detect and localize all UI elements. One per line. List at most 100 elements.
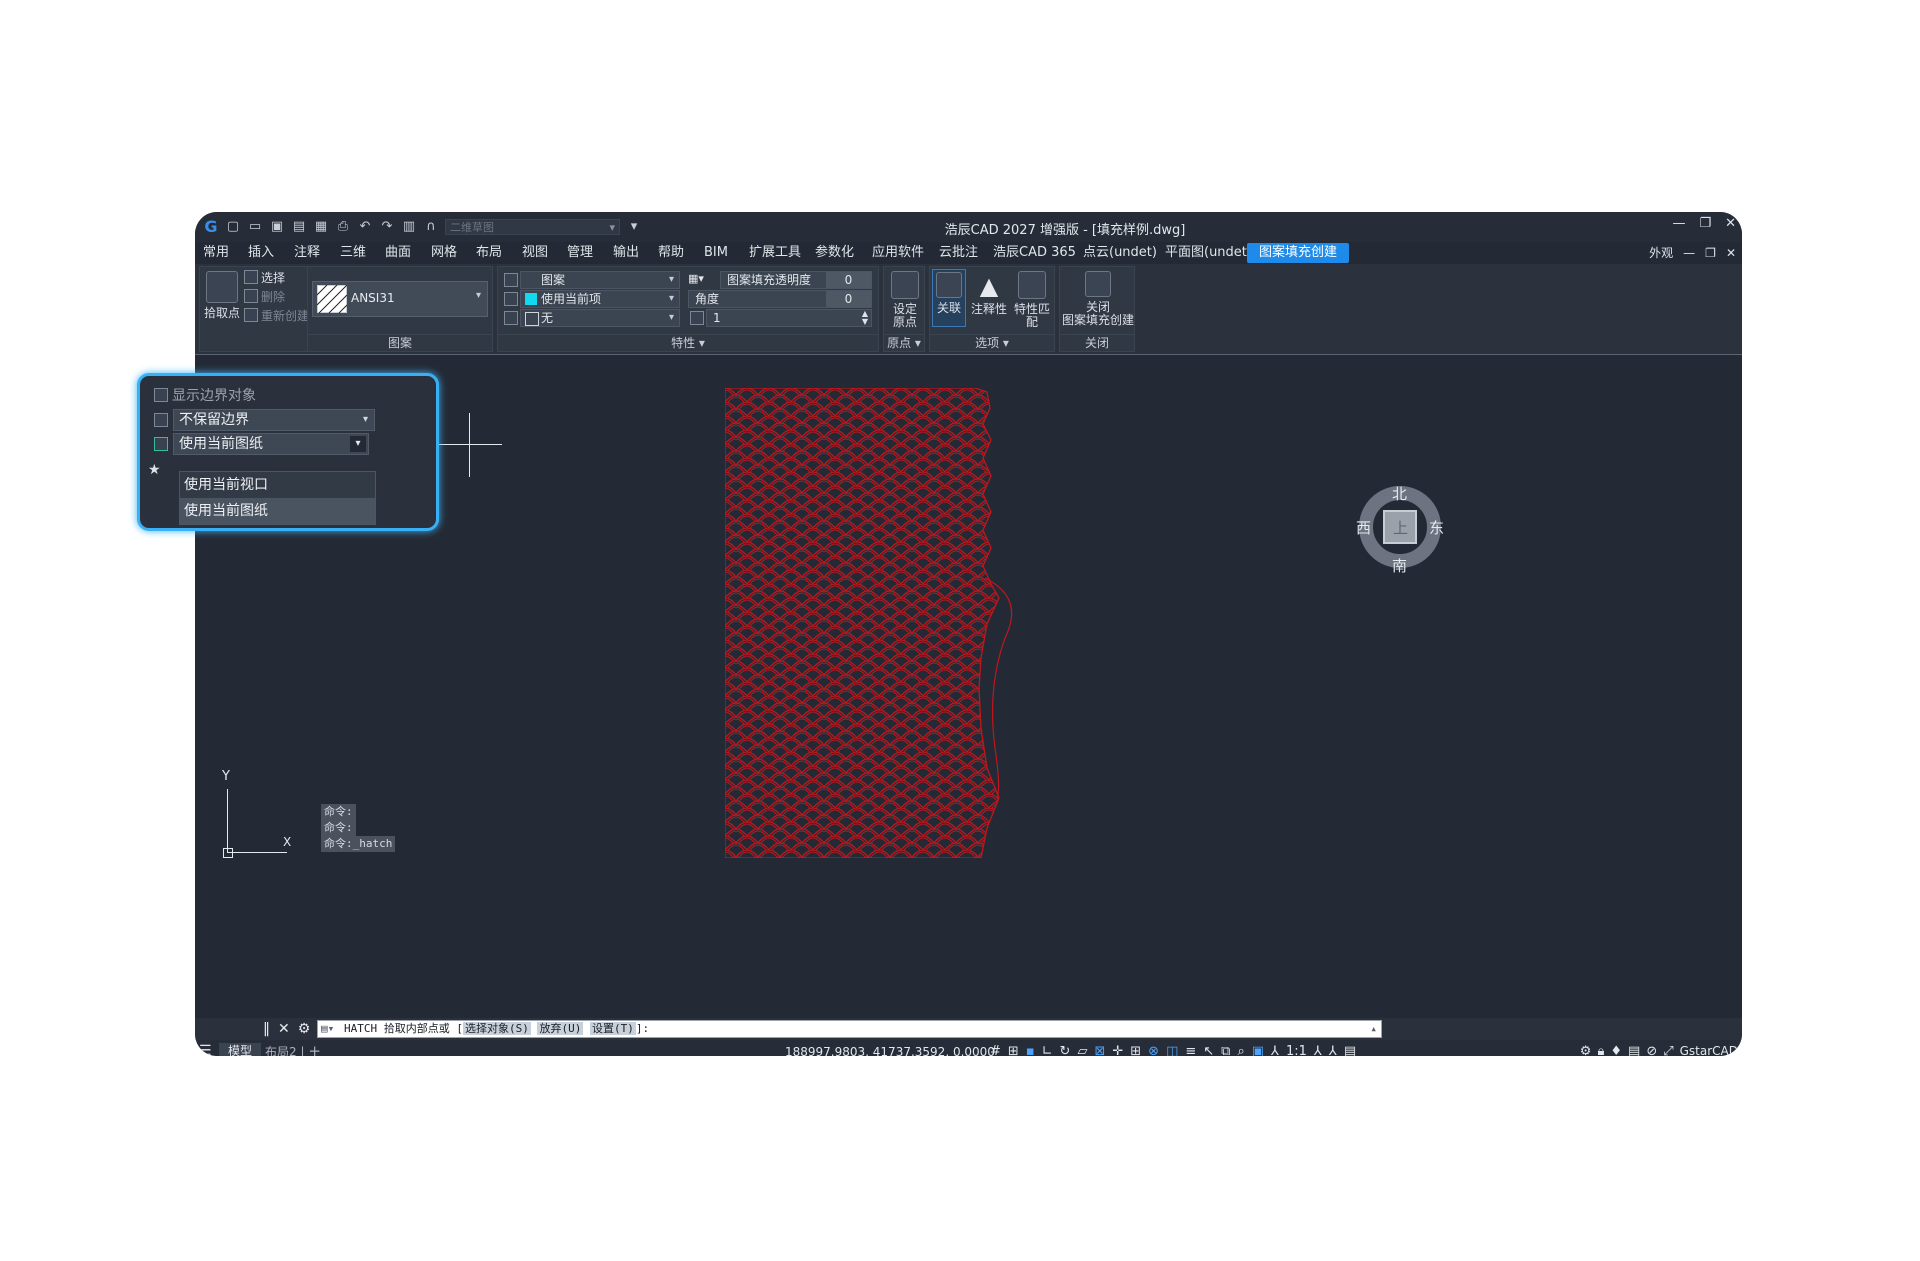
menu-extension-tools[interactable]: 扩展工具 (749, 242, 801, 264)
view-cube[interactable]: 北 南 东 西 上 (1356, 483, 1444, 575)
minimize-icon[interactable]: — (1672, 216, 1685, 231)
angle-field[interactable]: 角度 0 (688, 290, 872, 308)
origin-panel-label[interactable]: 原点 ▾ (884, 334, 924, 351)
menu-bim[interactable]: BIM (704, 242, 728, 264)
lock-icon[interactable]: 🔒︎ (1597, 1043, 1604, 1056)
grip-icon[interactable]: ‖ (263, 1021, 270, 1037)
options-panel-label[interactable]: 选项 ▾ (930, 334, 1054, 351)
add-layout-icon[interactable]: + (308, 1042, 321, 1057)
grid-icon[interactable]: # (990, 1043, 1001, 1056)
command-settings-icon[interactable]: ⚙ (298, 1021, 311, 1037)
menu-3d[interactable]: 三维 (340, 242, 366, 264)
transparency-mode-icon[interactable]: ▦▾ (688, 272, 716, 288)
menu-point-cloud[interactable]: 点云(undet) (1083, 242, 1157, 264)
transparency-field[interactable]: 图案填充透明度 0 (720, 271, 872, 289)
selection-cycling-icon[interactable]: ≡ (1185, 1043, 1196, 1056)
workspace-settings-icon[interactable]: ⚙ (1580, 1043, 1592, 1056)
toolbar-grid-icon[interactable]: ▥ (401, 218, 417, 236)
menu-annotate[interactable]: 注释 (294, 242, 320, 264)
compass-west[interactable]: 西 (1356, 517, 1371, 538)
menu-view[interactable]: 视图 (522, 242, 548, 264)
menu-cloud-markup[interactable]: 云批注 (939, 242, 978, 264)
cleanscreen-icon[interactable]: ▤ (1628, 1043, 1640, 1056)
delete-boundary-button[interactable]: 删除 (244, 288, 285, 306)
display-boundary-objects[interactable]: 显示边界对象 (172, 385, 256, 405)
publish-icon[interactable]: ▦ (313, 218, 329, 236)
app-logo-icon[interactable]: G (203, 218, 219, 236)
menu-parametric[interactable]: 参数化 (815, 242, 854, 264)
command-input[interactable]: ▤▾ HATCH 拾取内部点或 [选择对象(S) 放弃(U) 设置(T)]: ▴ (317, 1020, 1382, 1038)
option-undo[interactable]: 放弃(U) (537, 1022, 584, 1035)
close-hatch-button[interactable]: 关闭 图案填充创建 (1062, 271, 1134, 327)
fullscreen-icon[interactable]: ⤢ (1663, 1043, 1673, 1056)
otrack-icon[interactable]: ✛ (1112, 1043, 1123, 1056)
pattern-dropdown-icon[interactable]: ▾ (476, 290, 481, 301)
menu-output[interactable]: 输出 (613, 242, 639, 264)
menu-help[interactable]: 帮助 (658, 242, 684, 264)
layout2-tab[interactable]: 布局2 | + (265, 1042, 321, 1057)
basis-dropdown-icon[interactable]: ▾ (350, 436, 366, 452)
layout-menu-icon[interactable]: ☰ (199, 1043, 212, 1056)
save-as-icon[interactable]: ▤ (291, 218, 307, 236)
menu-cad-365[interactable]: 浩辰CAD 365 (993, 242, 1076, 264)
restore-icon[interactable]: ❐ (1699, 216, 1711, 231)
annotation-scale-value[interactable]: 1:1 (1286, 1043, 1307, 1056)
viewport-icon[interactable]: ▣ (1252, 1043, 1264, 1056)
view-cube-top[interactable]: 上 (1393, 517, 1408, 538)
associative-button[interactable]: 关联 (932, 269, 966, 327)
pick-point-button[interactable]: 拾取点 (202, 271, 242, 320)
option-current-viewport[interactable]: 使用当前视口 (180, 472, 375, 498)
ortho-icon[interactable]: ∟ (1042, 1043, 1053, 1056)
layers-icon[interactable]: ⧉ (1221, 1043, 1230, 1056)
menu-applications[interactable]: 应用软件 (872, 242, 924, 264)
pattern-gallery[interactable]: ANSI31 ▾ (312, 281, 488, 317)
osnap-icon[interactable]: ⊠ (1094, 1043, 1105, 1056)
print-icon[interactable]: ⎙ (335, 218, 351, 236)
properties-icon[interactable]: ▤ (1344, 1043, 1356, 1056)
menu-layout[interactable]: 布局 (476, 242, 502, 264)
open-folder-icon[interactable]: ▭ (247, 218, 263, 236)
option-current-sheet[interactable]: 使用当前图纸 (180, 498, 375, 524)
close-icon[interactable]: ✕ (1725, 216, 1736, 231)
compass-east[interactable]: 东 (1429, 517, 1444, 538)
model-tab[interactable]: 模型 (219, 1043, 261, 1056)
new-file-icon[interactable]: ▢ (225, 218, 241, 236)
snap-grid-icon[interactable]: ⊞ (1008, 1043, 1019, 1056)
redo-icon[interactable]: ↷ (379, 218, 395, 236)
isodraft-icon[interactable]: ▱ (1077, 1043, 1087, 1056)
isolate-icon[interactable]: ⊘ (1646, 1043, 1657, 1056)
appearance-menu[interactable]: 外观 (1649, 242, 1673, 264)
tips-icon[interactable]: ♦ (1610, 1043, 1622, 1056)
zoom-icon[interactable]: ⌕ (1237, 1043, 1244, 1056)
undo-icon[interactable]: ↶ (357, 218, 373, 236)
menu-manage[interactable]: 管理 (567, 242, 593, 264)
coordinates-readout[interactable]: 188997.9803, 41737.3592, 0.0000 (785, 1044, 995, 1056)
retain-boundary-select[interactable]: 不保留边界 ▾ (173, 409, 375, 431)
annotation-visibility-icon[interactable]: ⅄ (1314, 1043, 1322, 1056)
match-properties-button[interactable]: 特性匹配 (1010, 271, 1054, 329)
annotation-scale-icon[interactable]: ⅄ (1271, 1043, 1279, 1056)
polar-icon[interactable]: ↻ (1060, 1043, 1071, 1056)
compass-north[interactable]: 北 (1392, 483, 1407, 504)
command-history-toggle-icon[interactable]: ▴ (1370, 1021, 1377, 1037)
scale-spinner-icon[interactable]: ▲ ▼ (862, 310, 868, 326)
properties-panel-label[interactable]: 特性 ▾ (498, 334, 878, 351)
set-origin-button[interactable]: 设定 原点 (886, 271, 924, 329)
dynamic-ucs-icon[interactable]: ⊗ (1148, 1043, 1159, 1056)
scale-field[interactable]: 1 ▲ ▼ (706, 309, 872, 327)
workspace-select[interactable]: 二维草图 (445, 219, 620, 236)
select-boundary-button[interactable]: 选择 (244, 269, 285, 287)
snap-icon[interactable]: ▪ (1026, 1043, 1035, 1056)
option-select-objects[interactable]: 选择对象(S) (462, 1022, 531, 1035)
auto-scale-icon[interactable]: ⅄ (1329, 1043, 1337, 1056)
option-settings[interactable]: 设置(T) (589, 1022, 636, 1035)
transparency-icon[interactable]: ◫ (1166, 1043, 1178, 1056)
hatch-pattern-drawing[interactable] (725, 388, 1035, 858)
headset-icon[interactable]: ∩ (423, 218, 439, 236)
menu-hatch-creation[interactable]: 图案填充创建 (1247, 243, 1350, 263)
cursor-icon[interactable]: ↖ (1203, 1043, 1214, 1056)
menu-surface[interactable]: 曲面 (385, 242, 411, 264)
pin-icon[interactable]: ★ (148, 462, 161, 478)
menu-insert[interactable]: 插入 (248, 242, 274, 264)
customize-dropdown-icon[interactable]: ▾ (626, 218, 642, 236)
